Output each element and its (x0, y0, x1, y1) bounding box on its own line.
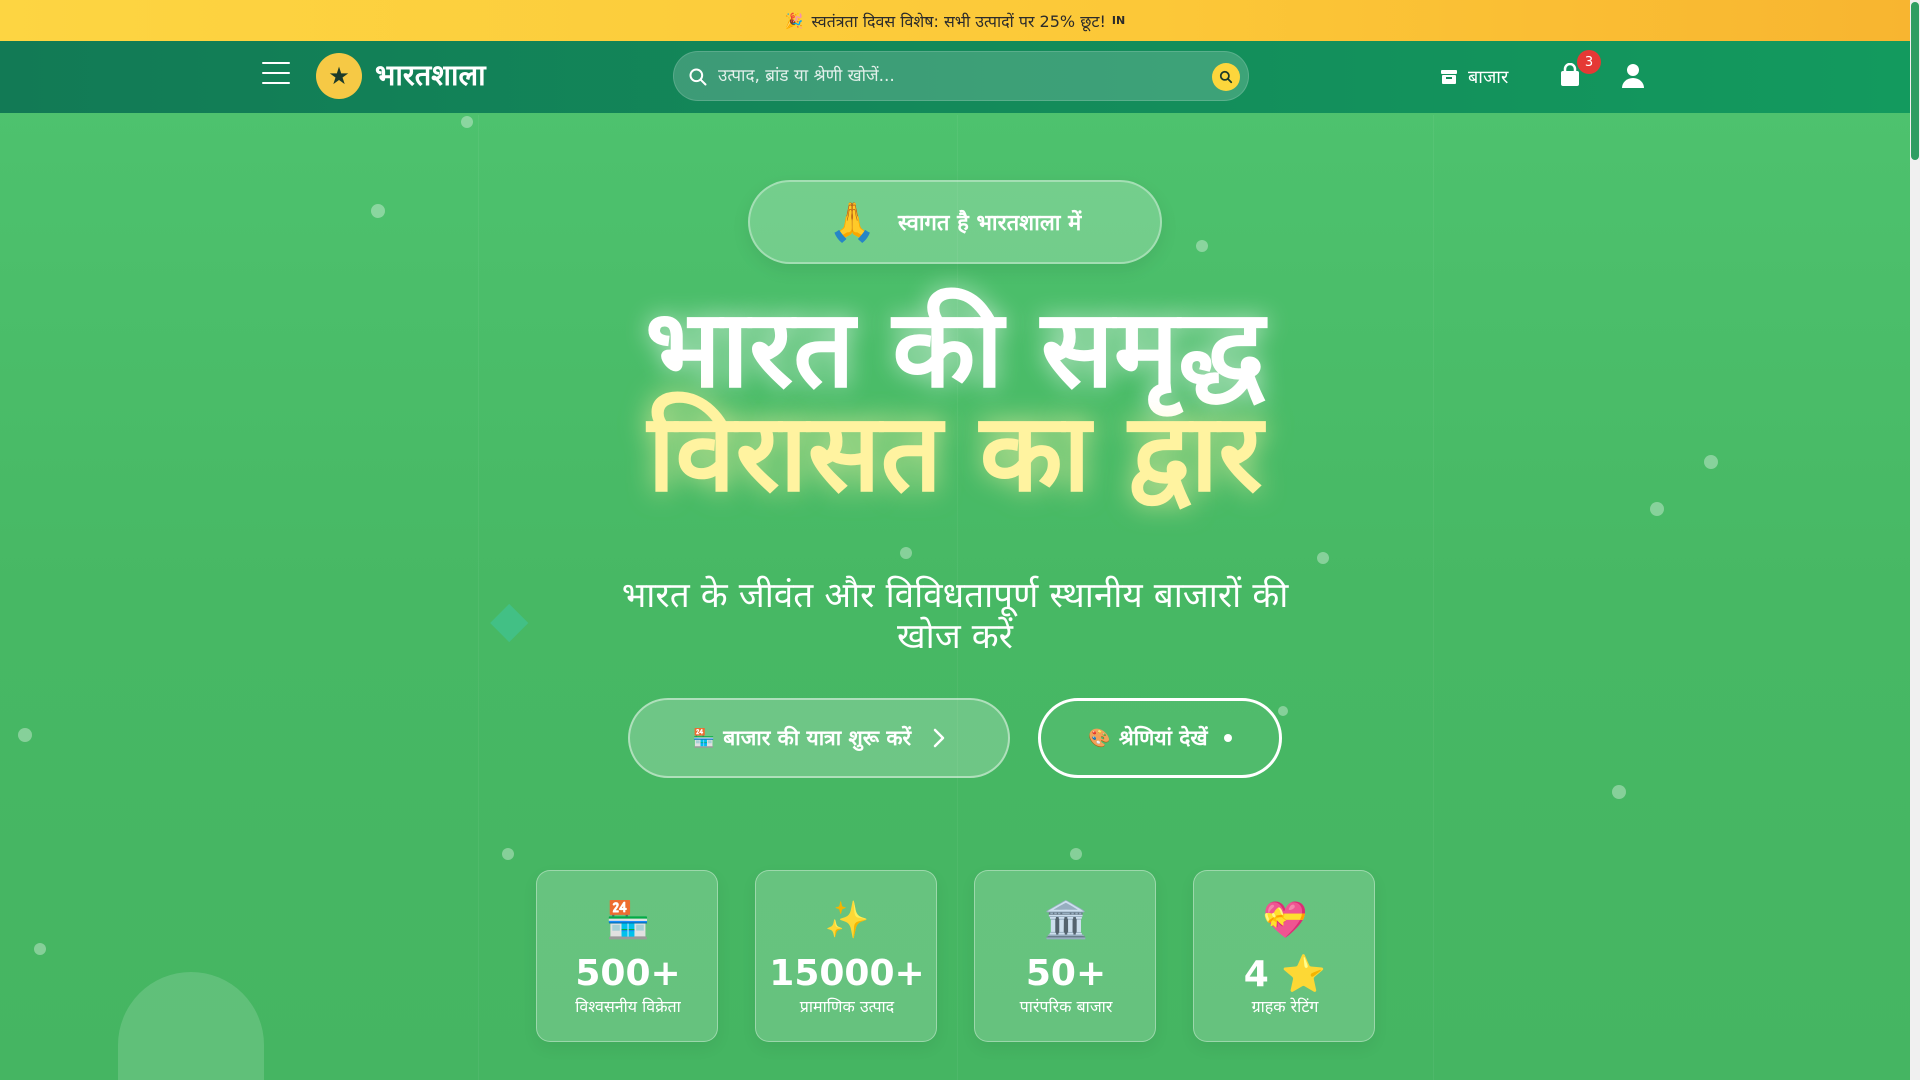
decor-dot (900, 547, 912, 559)
decor-dot (1278, 706, 1288, 716)
stat-label: विश्वसनीय विक्रेता (575, 997, 681, 1016)
stat-value: 50+ (1025, 953, 1107, 994)
store-emoji-icon: 🏪 (692, 727, 716, 749)
market-nav-link[interactable]: बाजार (1440, 65, 1508, 89)
decor-dot (1196, 240, 1208, 252)
dot-indicator-icon (1223, 734, 1232, 742)
sparkles-icon: ✨ (824, 900, 870, 941)
decor-dot (1612, 785, 1626, 799)
heart-gift-icon: 💝 (1262, 900, 1308, 941)
party-icon: 🎉 (784, 11, 804, 30)
star-logo-icon[interactable]: ★ (316, 53, 362, 99)
decor-dot (371, 204, 385, 218)
gem-decor-icon: ◆ (490, 590, 529, 648)
stat-label: प्रामाणिक उत्पाद (799, 997, 895, 1016)
hero-headline-line1: भारत की समृद्ध (645, 287, 1265, 412)
hero-headline-line2: विरासत का द्वार (647, 391, 1263, 516)
market-nav-label: बाजार (1468, 67, 1509, 88)
search-icon (688, 67, 708, 91)
cart-count-badge: 3 (1577, 50, 1601, 74)
stat-card-products: ✨ 15000+ प्रामाणिक उत्पाद (755, 870, 937, 1042)
decor-dot (1070, 848, 1082, 860)
decor-dot (1317, 552, 1329, 564)
stat-value: 15000+ (769, 953, 925, 994)
start-market-journey-label: बाजार की यात्रा शुरू करें (723, 726, 912, 750)
hamburger-menu-button[interactable] (262, 62, 290, 84)
decor-line (1433, 115, 1434, 1080)
search-submit-button[interactable] (1212, 63, 1240, 91)
search-bar (673, 51, 1249, 101)
view-categories-button[interactable]: 🎨 श्रेणियां देखें (1038, 698, 1282, 778)
stat-card-rating: 💝 4 ⭐ ग्राहक रेटिंग (1193, 870, 1375, 1042)
brand-name[interactable]: भारतशाला (375, 55, 486, 94)
flag-label: IN (1111, 14, 1126, 27)
welcome-text: स्वागत है भारतशाला में (898, 211, 1082, 236)
namaste-icon: 🙏 (828, 199, 877, 244)
start-market-journey-button[interactable]: 🏪 बाजार की यात्रा शुरू करें (628, 698, 1010, 778)
hero-subtitle: भारत के जीवंत और विविधतापूर्ण स्थानीय बा… (621, 576, 1289, 657)
cart-button[interactable]: 3 (1559, 50, 1601, 89)
promo-banner: 🎉 स्वतंत्रता दिवस विशेष: सभी उत्पादों पर… (0, 0, 1910, 41)
welcome-pill: 🙏 स्वागत है भारतशाला में (748, 180, 1162, 264)
palette-decor-icon (118, 972, 264, 1080)
stat-value: 4 ⭐ (1243, 954, 1327, 995)
page-scrollbar[interactable] (1910, 0, 1920, 1080)
stat-label: पारंपरिक बाजार (1019, 997, 1113, 1016)
decor-dot (18, 728, 32, 742)
view-categories-label: श्रेणियां देखें (1118, 726, 1208, 750)
decor-dot (34, 943, 46, 955)
decor-line (478, 115, 479, 1080)
palette-emoji-icon: 🎨 (1088, 727, 1111, 749)
scrollbar-thumb[interactable] (1911, 2, 1919, 160)
classical-building-icon: 🏛️ (1043, 900, 1089, 941)
stat-label: ग्राहक रेटिंग (1251, 997, 1319, 1016)
decor-dot (461, 116, 473, 128)
search-input[interactable] (718, 52, 1178, 100)
store-24h-icon: 🏪 (605, 900, 651, 941)
stat-value: 500+ (575, 953, 681, 994)
top-navbar: ★ भारतशाला बाजार 3 (0, 41, 1910, 113)
store-icon (1441, 70, 1457, 84)
user-icon (1622, 64, 1644, 88)
stat-card-sellers: 🏪 500+ विश्वसनीय विक्रेता (536, 870, 718, 1042)
promo-text: स्वतंत्रता दिवस विशेष: सभी उत्पादों पर 2… (811, 11, 1106, 31)
user-account-button[interactable] (1621, 63, 1647, 89)
chevron-right-icon (933, 728, 945, 748)
stat-card-markets: 🏛️ 50+ पारंपरिक बाजार (974, 870, 1156, 1042)
decor-dot (502, 848, 514, 860)
